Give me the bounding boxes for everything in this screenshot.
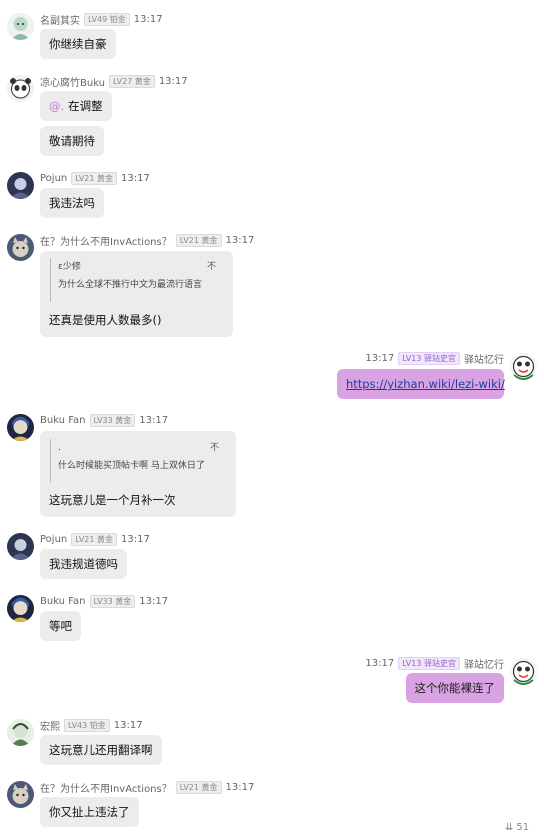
blue-hair-avatar-icon: [7, 414, 34, 441]
level-badge: LV21 黄金: [175, 233, 222, 247]
message-bubble[interactable]: 你又扯上违法了: [40, 797, 139, 827]
avatar[interactable]: [7, 533, 34, 560]
quote-text: 什么时候能买顶帖卡啊 马上双休日了: [58, 461, 205, 471]
timestamp: 13:17: [139, 595, 169, 607]
avatar[interactable]: [7, 13, 34, 40]
timestamp: 13:17: [365, 352, 395, 364]
quoted-message[interactable]: . 不 什么时候能买顶帖卡啊 马上双休日了: [50, 439, 219, 483]
message-link[interactable]: https://yizhan.wiki/lezi-wiki/: [346, 377, 505, 391]
username[interactable]: 在？为什么不用InvActions？: [40, 233, 172, 248]
cat-avatar-icon: [7, 781, 34, 808]
timestamp: 13:17: [121, 533, 150, 545]
avatar[interactable]: [7, 414, 34, 441]
username[interactable]: Buku Fan: [40, 596, 86, 607]
message-bubble[interactable]: 这玩意儿还用翻译啊: [40, 735, 162, 765]
username[interactable]: 驿站忆行: [464, 351, 504, 366]
quote-collapse-icon[interactable]: 不: [207, 258, 216, 276]
avatar[interactable]: [7, 719, 34, 746]
timestamp: 13:17: [113, 719, 143, 731]
username[interactable]: 宏熙: [40, 718, 60, 733]
unread-count: 51: [516, 822, 530, 833]
avatar[interactable]: [7, 595, 34, 622]
timestamp: 13:17: [133, 13, 163, 25]
scroll-down-icon: ⇊: [505, 822, 514, 833]
level-badge: LV49 铂金: [84, 12, 130, 26]
avatar[interactable]: [7, 75, 34, 102]
message-bubble[interactable]: @. 在调整: [40, 91, 112, 121]
message-text: 这玩意儿是一个月补一次: [49, 493, 176, 507]
message-bubble[interactable]: 我违法吗: [40, 188, 104, 218]
mention[interactable]: @.: [49, 99, 64, 113]
message-bubble[interactable]: 等吧: [40, 611, 81, 641]
chat-message-list[interactable]: 名副其实 LV49 铂金 13:17 你继续自豪 凉心腐竹Buku LV27 黄…: [0, 0, 544, 833]
panda-avatar-icon: [7, 75, 34, 102]
quote-author: .: [58, 443, 61, 453]
level-badge: LV27 黄金: [109, 74, 155, 88]
username[interactable]: 名副其实: [40, 12, 80, 27]
quote-collapse-icon[interactable]: 不: [210, 439, 219, 457]
timestamp: 13:17: [365, 657, 395, 669]
anime-girl-avatar-icon: [7, 13, 34, 40]
timestamp: 13:17: [158, 75, 188, 87]
username[interactable]: 凉心腐竹Buku: [40, 74, 105, 89]
username[interactable]: Pojun: [40, 173, 67, 184]
message-text: 还真是使用人数最多(): [49, 313, 162, 327]
level-badge: LV33 黄金: [89, 413, 136, 427]
username[interactable]: Pojun: [40, 534, 67, 545]
timestamp: 13:17: [225, 781, 255, 793]
username[interactable]: Buku Fan: [40, 415, 86, 426]
username[interactable]: 在？为什么不用InvActions？: [40, 780, 172, 795]
message-bubble[interactable]: https://yizhan.wiki/lezi-wiki/: [337, 369, 505, 399]
avatar[interactable]: [510, 353, 537, 380]
message-bubble[interactable]: 我违规道德吗: [40, 549, 127, 579]
avatar[interactable]: [7, 234, 34, 261]
level-badge: LV43 铂金: [64, 718, 110, 732]
green-character-avatar-icon: [7, 719, 34, 746]
message-bubble[interactable]: 你继续自豪: [40, 29, 116, 59]
blue-hair-avatar-icon: [7, 595, 34, 622]
cartoon-face-avatar-icon: [510, 353, 537, 380]
level-badge: LV21 黄金: [71, 171, 118, 185]
timestamp: 13:17: [121, 172, 150, 184]
quoted-message[interactable]: ε少修 不 为什么全球不推行中文为最流行语言: [50, 258, 216, 302]
level-badge: LV13 驿站史官: [398, 656, 460, 670]
timestamp: 13:17: [139, 414, 169, 426]
level-badge: LV21 黄金: [175, 780, 222, 794]
dark-character-avatar-icon: [7, 172, 34, 199]
avatar[interactable]: [7, 172, 34, 199]
cat-avatar-icon: [7, 234, 34, 261]
level-badge: LV33 黄金: [89, 594, 136, 608]
message-bubble[interactable]: 这个你能裸连了: [405, 673, 504, 703]
avatar[interactable]: [510, 658, 537, 685]
cartoon-face-avatar-icon: [510, 658, 537, 685]
quote-author: ε少修: [58, 262, 81, 272]
level-badge: LV21 黄金: [71, 532, 118, 546]
unread-counter[interactable]: ⇊ 51: [505, 822, 529, 833]
quote-text: 为什么全球不推行中文为最流行语言: [58, 280, 203, 290]
avatar[interactable]: [7, 781, 34, 808]
dark-character-avatar-icon: [7, 533, 34, 560]
username[interactable]: 驿站忆行: [464, 656, 504, 671]
message-bubble[interactable]: 敬请期待: [40, 126, 104, 156]
timestamp: 13:17: [225, 234, 255, 246]
level-badge: LV13 驿站史官: [398, 351, 460, 365]
